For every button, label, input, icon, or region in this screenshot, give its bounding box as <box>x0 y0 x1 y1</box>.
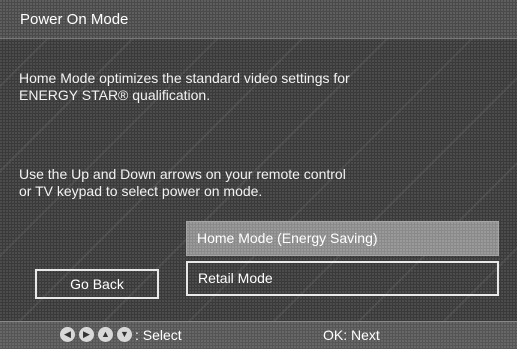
arrow-right-icon: ▶ <box>79 327 94 342</box>
description-instructions: Use the Up and Down arrows on your remot… <box>19 166 439 200</box>
arrow-down-icon: ▼ <box>117 327 132 342</box>
description-line-4: or TV keypad to select power on mode. <box>19 183 263 199</box>
ok-next-hint: OK: Next <box>323 327 380 343</box>
title-bar: Power On Mode <box>0 0 517 39</box>
navigation-arrows: ◀ ▶ ▲ ▼ <box>60 327 132 342</box>
home-mode-option[interactable]: Home Mode (Energy Saving) <box>186 221 499 256</box>
go-back-button[interactable]: Go Back <box>35 269 159 299</box>
description-line-3: Use the Up and Down arrows on your remot… <box>19 166 346 182</box>
arrow-left-icon: ◀ <box>60 327 75 342</box>
retail-mode-option[interactable]: Retail Mode <box>186 261 499 296</box>
select-hint: : Select <box>135 327 182 343</box>
description-line-2: ENERGY STAR® qualification. <box>19 87 211 103</box>
description-line-1: Home Mode optimizes the standard video s… <box>19 70 350 86</box>
arrow-up-icon: ▲ <box>98 327 113 342</box>
footer-hint-bar: ◀ ▶ ▲ ▼ : Select OK: Next <box>0 321 517 349</box>
page-title: Power On Mode <box>20 11 129 28</box>
description-energy-star: Home Mode optimizes the standard video s… <box>19 70 439 104</box>
power-on-mode-screen: Power On Mode Home Mode optimizes the st… <box>0 0 517 349</box>
